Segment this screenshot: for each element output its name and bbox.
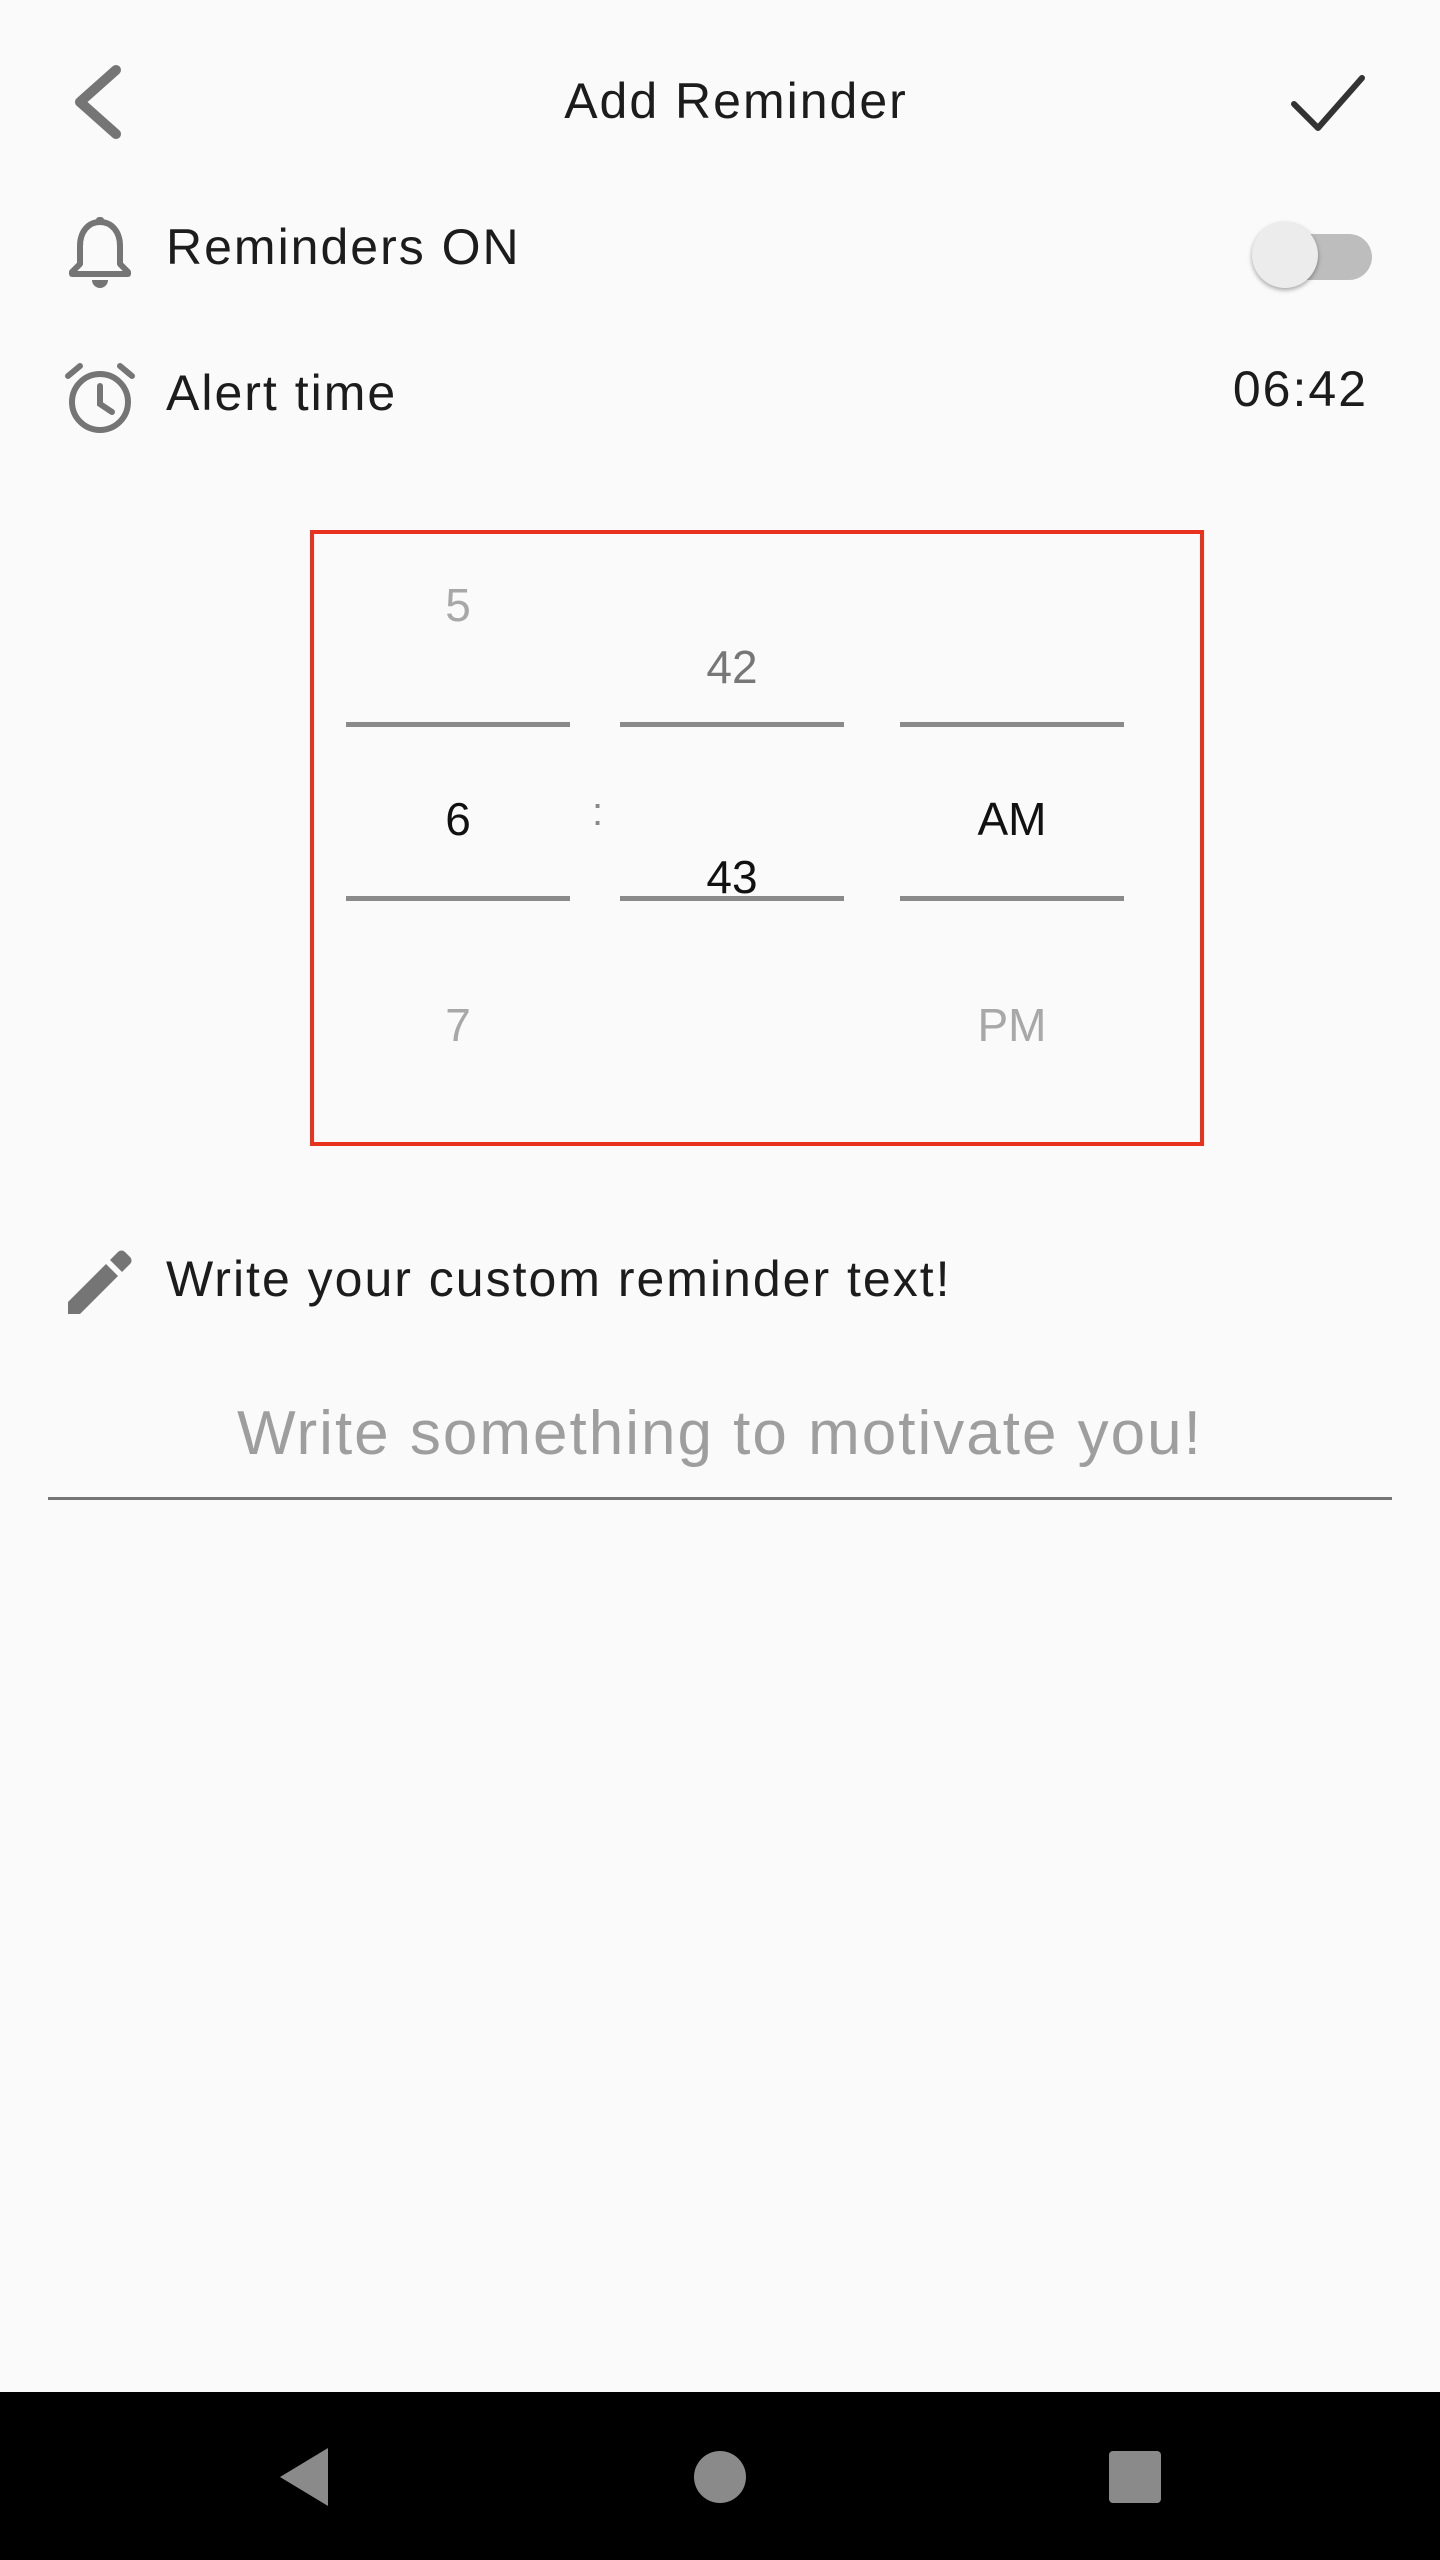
period-divider-bottom bbox=[900, 896, 1124, 901]
hour-above[interactable]: 5 bbox=[346, 578, 570, 632]
alarm-clock-icon bbox=[60, 358, 140, 438]
check-icon bbox=[1291, 75, 1365, 131]
period-divider-top bbox=[900, 722, 1124, 727]
minute-divider-bottom bbox=[620, 896, 844, 901]
alert-time-value[interactable]: 06:42 bbox=[1233, 360, 1368, 418]
hour-divider-top bbox=[346, 722, 570, 727]
hour-divider-bottom bbox=[346, 896, 570, 901]
nav-home-button[interactable] bbox=[675, 2432, 765, 2522]
reminders-toggle[interactable] bbox=[1248, 222, 1378, 292]
page-title: Add Reminder bbox=[564, 73, 908, 129]
add-reminder-screen: Add Reminder Reminders ON Alert time 06:… bbox=[0, 0, 1440, 2560]
hour-selected[interactable]: 6 bbox=[346, 792, 570, 846]
pencil-icon bbox=[60, 1240, 140, 1320]
custom-text-label: Write your custom reminder text! bbox=[166, 1251, 952, 1307]
period-below[interactable]: PM bbox=[900, 998, 1124, 1052]
bell-icon bbox=[60, 212, 140, 292]
custom-reminder-input[interactable] bbox=[48, 1370, 1392, 1500]
system-nav-bar bbox=[0, 2392, 1440, 2560]
alert-time-label: Alert time bbox=[166, 365, 398, 421]
toggle-thumb bbox=[1252, 222, 1318, 288]
time-picker[interactable]: 5 6 7 : 42 43 AM PM bbox=[310, 530, 1204, 1146]
triangle-back-icon bbox=[280, 2448, 328, 2506]
minute-above[interactable]: 42 bbox=[620, 640, 844, 694]
nav-recents-button[interactable] bbox=[1090, 2432, 1180, 2522]
minute-divider-top bbox=[620, 722, 844, 727]
nav-back-button[interactable] bbox=[266, 2432, 356, 2522]
period-selected[interactable]: AM bbox=[900, 792, 1124, 846]
save-button[interactable] bbox=[1280, 56, 1376, 152]
hour-below[interactable]: 7 bbox=[346, 998, 570, 1052]
reminders-on-label: Reminders ON bbox=[166, 219, 521, 275]
circle-home-icon bbox=[694, 2451, 746, 2503]
time-separator: : bbox=[592, 790, 604, 834]
square-recents-icon bbox=[1109, 2451, 1161, 2503]
